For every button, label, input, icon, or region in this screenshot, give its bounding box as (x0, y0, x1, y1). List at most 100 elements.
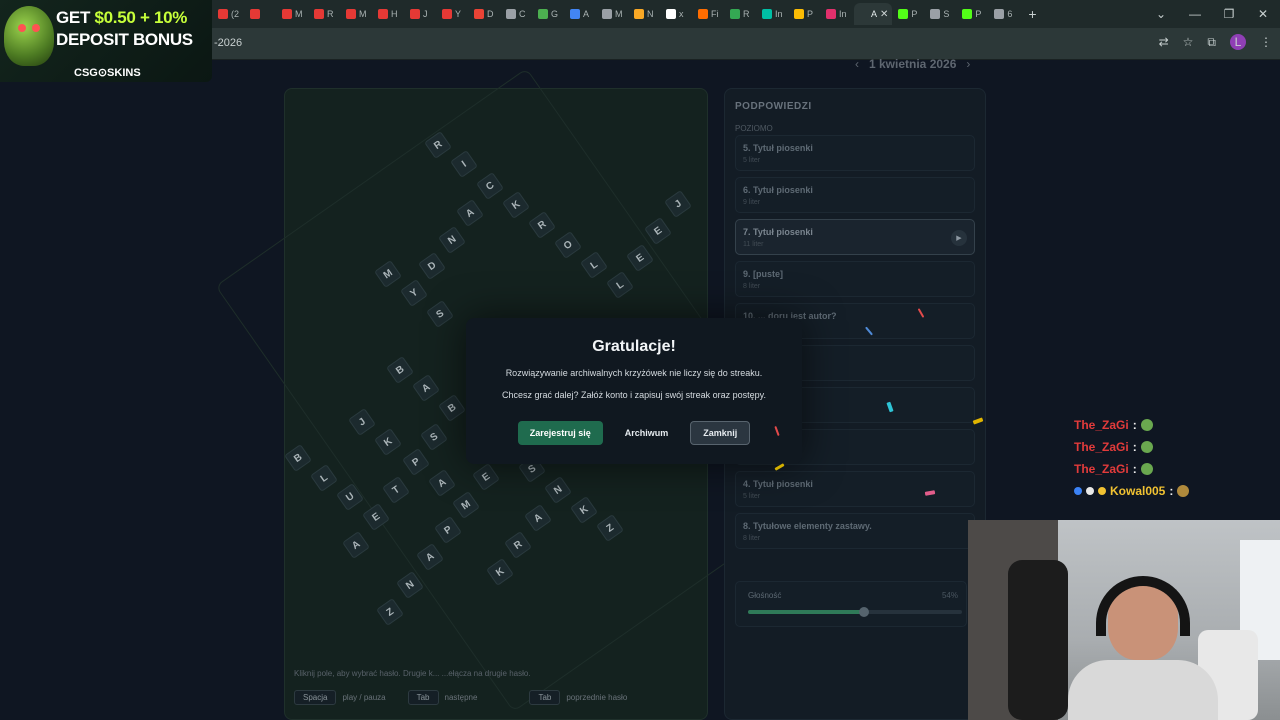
clue-title: 8. Tytułowe elementy zastawy. (743, 521, 872, 531)
tab-label: 6 (1007, 9, 1013, 19)
volume-control: Głośność 54% (735, 581, 967, 627)
emote-icon (1177, 485, 1190, 497)
tab-favicon-icon (410, 9, 420, 19)
modal-message: Rozwiązywanie archiwalnych krzyżówek nie… (505, 368, 763, 378)
congratulations-modal: Gratulacje! Rozwiązywanie archiwalnych k… (466, 318, 802, 464)
browser-tab[interactable]: R (310, 3, 340, 25)
browser-tab[interactable] (246, 3, 276, 25)
next-date-button[interactable]: › (966, 57, 970, 71)
clue-item[interactable]: 5. Tytuł piosenki 5 liter (735, 135, 975, 171)
tab-label: x (679, 9, 684, 19)
clue-item[interactable]: 7. Tytuł piosenki 11 liter ▶ (735, 219, 975, 255)
volume-fill (748, 610, 864, 614)
browser-tab[interactable]: N (630, 3, 660, 25)
browser-tab[interactable]: Fi (694, 3, 724, 25)
play-icon[interactable]: ▶ (951, 230, 967, 246)
tab-search-icon[interactable]: ⌄ (1144, 7, 1178, 21)
url-field[interactable]: -2026 (214, 37, 242, 49)
tab-favicon-icon (826, 9, 836, 19)
tab-favicon-icon (538, 9, 548, 19)
tab-label: M (615, 9, 623, 19)
tab-favicon-icon (666, 9, 676, 19)
browser-tab[interactable]: (2 (214, 3, 244, 25)
clue-item[interactable]: 8. Tytułowe elementy zastawy. 8 liter (735, 513, 975, 549)
browser-tab[interactable]: P (790, 3, 820, 25)
ad-brand-logo: CSG⊙SKINS (74, 67, 141, 79)
modal-actions: Zarejestruj się Archiwum Zamknij (466, 421, 802, 445)
tab-label: C (519, 9, 526, 19)
browser-tab[interactable]: P (958, 3, 988, 25)
clue-item[interactable]: 9. [puste] 8 liter (735, 261, 975, 297)
translate-icon[interactable]: ⇄ (1159, 35, 1169, 49)
bookmark-star-icon[interactable]: ☆ (1183, 35, 1194, 49)
browser-tab[interactable]: x (662, 3, 692, 25)
tab-label: Fi (711, 9, 719, 19)
volume-value: 54% (941, 591, 958, 600)
shortcut-desc: poprzednie hasło (566, 693, 628, 702)
shortcut-desc: następne (444, 693, 478, 702)
tab-label: N (647, 9, 654, 19)
shortcut-key: Spacja (294, 690, 337, 705)
browser-tab[interactable]: D (470, 3, 500, 25)
browser-tab[interactable]: In (758, 3, 788, 25)
clue-length: 5 liter (743, 157, 761, 164)
browser-tab[interactable]: M (598, 3, 628, 25)
emote-icon (1140, 441, 1153, 453)
browser-tab[interactable]: J (406, 3, 436, 25)
volume-thumb[interactable] (858, 607, 869, 617)
prev-date-button[interactable]: ‹ (855, 57, 859, 71)
tab-favicon-icon (794, 9, 804, 19)
browser-tab[interactable]: C (502, 3, 532, 25)
tab-favicon-icon (442, 9, 452, 19)
tab-favicon-icon (282, 9, 292, 19)
modal-title: Gratulacje! (592, 338, 676, 355)
browser-tab[interactable]: R (726, 3, 756, 25)
clue-length: 8 liter (743, 535, 761, 542)
tab-label: D (487, 9, 494, 19)
tab-favicon-icon (474, 9, 484, 19)
extensions-icon[interactable]: ⧉ (1207, 35, 1216, 50)
browser-tab[interactable]: 6 (990, 3, 1020, 25)
close-window-button[interactable]: ✕ (1246, 7, 1280, 21)
browser-tab[interactable]: M (342, 3, 372, 25)
browser-tab[interactable]: G (534, 3, 564, 25)
clue-item[interactable]: 4. Tytuł piosenki 5 liter (735, 471, 975, 507)
browser-tab[interactable]: H (374, 3, 404, 25)
badge-icon (1074, 487, 1082, 495)
tab-label: P (975, 9, 982, 19)
archive-button[interactable]: Archiwum (613, 421, 681, 445)
tab-label: P (911, 9, 918, 19)
volume-slider[interactable] (748, 607, 962, 617)
tab-label: A (871, 9, 878, 19)
tab-favicon-icon (378, 9, 388, 19)
clue-title: 4. Tytuł piosenki (743, 479, 813, 489)
browser-tab[interactable]: Y (438, 3, 468, 25)
tab-label: (2 (231, 9, 240, 19)
clue-title: 6. Tytuł piosenki (743, 185, 813, 195)
stream-chat-overlay: The_ZaGi: The_ZaGi: The_ZaGi: Kowal005: (1074, 414, 1274, 502)
chat-message: The_ZaGi: (1074, 458, 1274, 480)
casino-ad-banner[interactable]: GET $0.50 + 10% DEPOSIT BONUS CSG⊙SKINS (0, 0, 212, 82)
hints-title: PODPOWIEDZI (735, 101, 812, 112)
browser-tab[interactable]: M (278, 3, 308, 25)
maximize-button[interactable]: ❐ (1212, 7, 1246, 21)
close-tab-icon[interactable]: ✕ (880, 9, 888, 20)
profile-avatar[interactable]: L (1230, 34, 1246, 50)
new-tab-button[interactable]: + (1028, 6, 1036, 22)
browser-tab[interactable]: P (894, 3, 924, 25)
close-button[interactable]: Zamknij (690, 421, 751, 445)
tab-label: H (391, 9, 398, 19)
browser-tab[interactable]: S (926, 3, 956, 25)
tab-label: In (839, 9, 847, 19)
browser-tab[interactable]: A ✕ (854, 3, 893, 25)
menu-kebab-icon[interactable]: ⋮ (1260, 35, 1272, 49)
browser-tab[interactable]: A (566, 3, 596, 25)
chat-message: The_ZaGi: (1074, 436, 1274, 458)
register-button[interactable]: Zarejestruj się (517, 421, 603, 445)
tab-favicon-icon (858, 9, 868, 19)
toolbar-icons: ⇄ ☆ ⧉ L ⋮ (1159, 34, 1272, 50)
browser-tab[interactable]: In (822, 3, 852, 25)
mascot-image (4, 6, 54, 66)
clue-item[interactable]: 6. Tytuł piosenki 9 liter (735, 177, 975, 213)
minimize-button[interactable]: — (1178, 7, 1212, 21)
